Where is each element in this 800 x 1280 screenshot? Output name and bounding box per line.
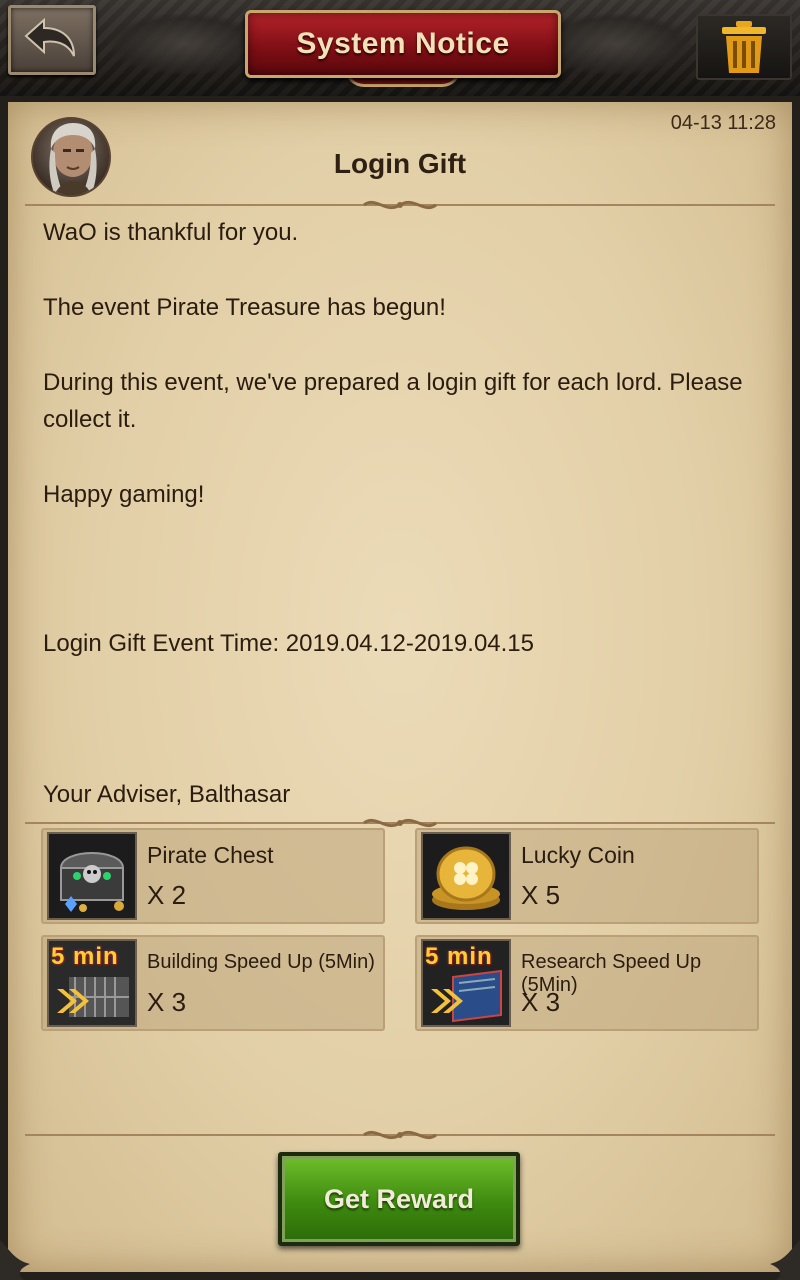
divider-ornament-icon	[362, 198, 438, 212]
message-line-1: WaO is thankful for you.	[43, 219, 299, 246]
message-line-3: During this event, we've prepared a logi…	[43, 369, 743, 433]
mail-subject: Login Gift	[333, 148, 467, 179]
lucky-coin-icon	[421, 832, 511, 920]
page-title: System Notice	[245, 10, 561, 78]
back-arrow-icon	[24, 17, 75, 57]
delete-button[interactable]	[696, 14, 792, 80]
back-button[interactable]	[8, 5, 96, 75]
message-line-2: The event Pirate Treasure has begun!	[43, 294, 446, 321]
research-speedup-icon: 5 min	[421, 939, 511, 1027]
building-speedup-icon: 5 min	[47, 939, 137, 1027]
reward-name: Pirate Chest	[147, 842, 274, 868]
mail-paper	[8, 102, 792, 1272]
reward-quantity: X 2	[147, 880, 187, 910]
reward-quantity: X 5	[521, 880, 561, 910]
message-line-4: Happy gaming!	[43, 481, 205, 508]
header-ornament-right	[540, 14, 690, 74]
duration-badge: 5 min	[51, 943, 119, 970]
reward-item-lucky-coin[interactable]: Lucky Coin X 5	[415, 828, 759, 924]
reward-quantity: X 3	[147, 987, 187, 1017]
corner-ornament-icon	[770, 1240, 800, 1280]
reward-item-research-speed-up[interactable]: 5 min Research Speed Up (5Min) X 3	[415, 935, 759, 1031]
trash-icon	[722, 21, 766, 73]
duration-badge: 5 min	[425, 943, 493, 970]
reward-quantity: X 3	[521, 987, 561, 1017]
mail-timestamp: 04-13 11:28	[670, 112, 776, 134]
message-signature: Your Adviser, Balthasar	[43, 781, 291, 808]
pirate-chest-icon	[47, 832, 137, 920]
reward-item-building-speed-up[interactable]: 5 min Building Speed Up (5Min) X 3	[41, 935, 385, 1031]
reward-name: Building Speed Up (5Min)	[147, 951, 375, 973]
get-reward-button[interactable]: Get Reward	[278, 1152, 520, 1246]
message-event-time: Login Gift Event Time: 2019.04.12-2019.0…	[43, 630, 535, 657]
reward-name: Lucky Coin	[521, 842, 635, 868]
reward-item-pirate-chest[interactable]: Pirate Chest X 2	[41, 828, 385, 924]
corner-ornament-icon	[0, 1240, 30, 1280]
header-ornament-left	[110, 14, 260, 74]
divider-ornament-icon	[362, 1128, 438, 1142]
